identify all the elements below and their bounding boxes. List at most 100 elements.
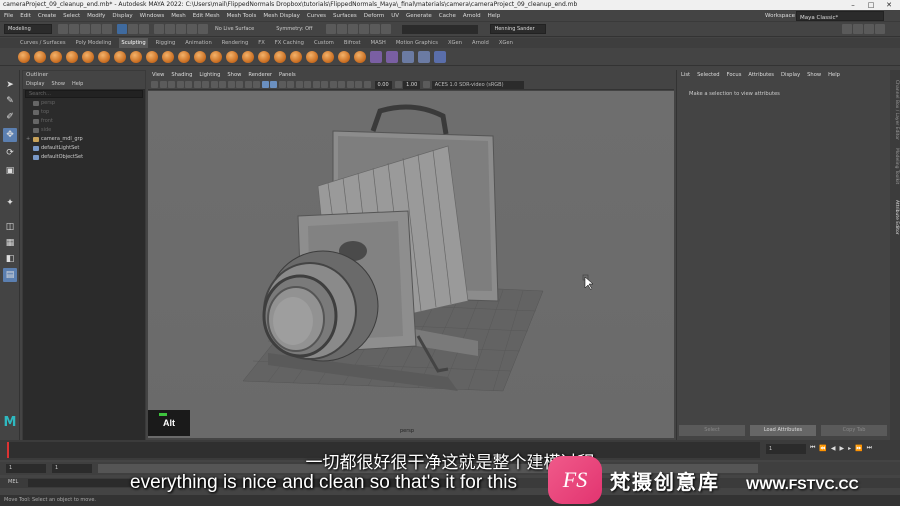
shelf-tab[interactable]: MASH <box>369 38 388 48</box>
xray-icon[interactable] <box>346 81 354 88</box>
gamma-field[interactable]: 1.00 <box>403 80 421 89</box>
wireframe-on-shaded-icon[interactable] <box>270 81 277 88</box>
shelf-tab[interactable]: Custom <box>312 38 336 48</box>
lasso-tool-icon[interactable]: ✎ <box>3 94 17 108</box>
attribute-editor-toggle-icon[interactable] <box>853 24 863 34</box>
attr-menu-item[interactable]: List <box>681 70 690 80</box>
channel-box-tab[interactable]: Channel Box / Layer Editor <box>891 80 899 140</box>
gate-mask-icon[interactable] <box>219 81 226 88</box>
ipr-render-icon[interactable] <box>337 24 348 34</box>
xray-components-icon[interactable] <box>363 81 371 88</box>
menu-file[interactable]: File <box>4 10 13 22</box>
sculpt-blend-icon[interactable] <box>434 50 446 63</box>
viewport-menu-item[interactable]: Panels <box>279 70 296 80</box>
tool-settings-toggle-icon[interactable] <box>864 24 874 34</box>
fill-brush-icon[interactable] <box>210 50 222 63</box>
attr-menu-item[interactable]: Help <box>828 70 840 80</box>
soft-select-icon[interactable]: ✦ <box>3 196 17 210</box>
shelf-tab[interactable]: FX <box>256 38 267 48</box>
grease-pencil-icon[interactable] <box>185 81 192 88</box>
smooth-shade-icon[interactable] <box>261 81 269 88</box>
snap-grid-icon[interactable] <box>154 24 164 34</box>
shelf-tab[interactable]: XGen <box>446 38 464 48</box>
copy-tab-button[interactable]: Copy Tab <box>821 425 887 436</box>
wireframe-icon[interactable] <box>253 81 260 88</box>
film-gate-icon[interactable] <box>202 81 209 88</box>
select-tool-icon[interactable]: ➤ <box>3 78 17 92</box>
sculpt-layer-icon[interactable] <box>370 50 382 63</box>
load-attributes-button[interactable]: Load Attributes <box>750 425 816 436</box>
open-scene-icon[interactable] <box>69 24 79 34</box>
menu-edit[interactable]: Edit <box>20 10 31 22</box>
erase-brush-icon[interactable] <box>322 50 334 63</box>
field-chart-icon[interactable] <box>227 81 235 88</box>
depth-of-field-icon[interactable] <box>329 81 337 88</box>
select-object-icon[interactable] <box>128 24 138 34</box>
attr-menu-item[interactable]: Focus <box>727 70 742 80</box>
outliner-item-camera[interactable]: side <box>23 126 145 135</box>
mel-label[interactable]: MEL <box>8 479 18 485</box>
flatten-brush-icon[interactable] <box>98 50 110 63</box>
sculpt-brush-icon[interactable] <box>18 50 30 63</box>
attr-menu-item[interactable]: Attributes <box>748 70 774 80</box>
attr-menu-item[interactable]: Show <box>807 70 821 80</box>
scrape-brush-icon[interactable] <box>194 50 206 63</box>
redo-icon[interactable] <box>102 24 112 34</box>
menu-curves[interactable]: Curves <box>307 10 326 22</box>
use-lights-icon[interactable] <box>287 81 294 88</box>
snap-view-icon[interactable] <box>187 24 197 34</box>
shelf-tab[interactable]: Rendering <box>220 38 251 48</box>
viewport-menu-item[interactable]: View <box>152 70 164 80</box>
save-scene-icon[interactable] <box>80 24 90 34</box>
workspace-dropdown[interactable]: Maya Classic* <box>796 11 884 21</box>
foamy-brush-icon[interactable] <box>114 50 126 63</box>
channel-box-toggle-icon[interactable] <box>875 24 885 34</box>
single-view-layout-icon[interactable]: ◫ <box>3 220 17 234</box>
menu-surfaces[interactable]: Surfaces <box>333 10 357 22</box>
menu-windows[interactable]: Windows <box>140 10 165 22</box>
shelf-tab[interactable]: Poly Modeling <box>74 38 114 48</box>
viewport-menu-item[interactable]: Lighting <box>199 70 220 80</box>
outliner-menu-item[interactable]: Help <box>72 80 83 89</box>
relax-brush-icon[interactable] <box>50 50 62 63</box>
shelf-tab[interactable]: Arnold <box>470 38 491 48</box>
view-transform-dropdown[interactable]: ACES 1.0 SDR-video (sRGB) <box>431 80 524 89</box>
repeat-brush-icon[interactable] <box>146 50 158 63</box>
bookmark-icon[interactable] <box>159 81 167 88</box>
spray-brush-icon[interactable] <box>130 50 142 63</box>
close-button[interactable]: ✕ <box>882 0 896 10</box>
smear-brush-icon[interactable] <box>242 50 254 63</box>
modeling-toolkit-toggle-icon[interactable] <box>842 24 852 34</box>
shelf-tab[interactable]: Bifrost <box>342 38 363 48</box>
render-frame-icon[interactable] <box>326 24 337 34</box>
pinch-brush-icon[interactable] <box>82 50 94 63</box>
render-setup-icon[interactable] <box>370 24 381 34</box>
expand-icon[interactable]: + <box>26 135 30 144</box>
menu-cache[interactable]: Cache <box>439 10 456 22</box>
quick-search-input[interactable] <box>402 24 479 34</box>
outliner-item-set[interactable]: defaultObjectSet <box>23 153 145 162</box>
bulge-brush-icon[interactable] <box>258 50 270 63</box>
color-management-icon[interactable] <box>423 81 431 88</box>
wax-brush-icon[interactable] <box>178 50 190 63</box>
knife-brush-icon[interactable] <box>226 50 238 63</box>
hypershade-icon[interactable] <box>359 24 370 34</box>
shelf-tab[interactable]: FX Caching <box>273 38 306 48</box>
shelf-tab[interactable]: Motion Graphics <box>394 38 440 48</box>
menu-edit-mesh[interactable]: Edit Mesh <box>193 10 220 22</box>
smooth-brush-icon[interactable] <box>34 50 46 63</box>
menuset-dropdown[interactable]: Modeling <box>4 24 52 34</box>
menu-uv[interactable]: UV <box>391 10 399 22</box>
move-tool-icon[interactable]: ✥ <box>3 128 17 142</box>
outliner-item-camera[interactable]: persp <box>23 99 145 108</box>
2d-pan-zoom-icon[interactable] <box>176 81 184 88</box>
outliner-menu-item[interactable]: Show <box>51 80 65 89</box>
safe-title-icon[interactable] <box>244 81 252 88</box>
motion-blur-icon[interactable] <box>312 81 320 88</box>
isolate-select-icon[interactable] <box>338 81 345 88</box>
viewport-menu-item[interactable]: Shading <box>171 70 192 80</box>
unfreeze-brush-icon[interactable] <box>338 50 350 63</box>
snap-point-icon[interactable] <box>176 24 186 34</box>
freeze-brush-icon[interactable] <box>290 50 302 63</box>
rotate-tool-icon[interactable]: ⟳ <box>3 146 17 160</box>
